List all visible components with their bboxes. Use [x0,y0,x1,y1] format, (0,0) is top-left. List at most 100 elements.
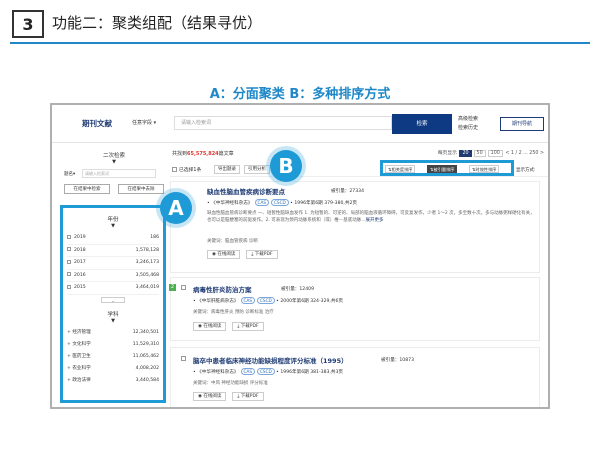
keywords: 关键词：中风 神经功能缺损 评分标准 [193,381,268,386]
checkbox-icon[interactable] [67,284,71,289]
caret-down-icon: ▼ [111,223,115,229]
read-online-button[interactable]: ◉ 在线阅读 [193,392,227,401]
search-input[interactable]: 请输入检索词 [174,116,392,130]
logo: 期刊文献 [82,119,112,128]
index-tag: CSCD [256,368,275,375]
read-online-button[interactable]: ◉ 在线阅读 [207,250,241,259]
card-actions: ◉ 在线阅读 ⤓ 下载PDF [193,392,264,401]
journal-nav-button[interactable]: 期刊导航 [500,117,544,131]
year-facet-list: 2019 186 2018 1,578,128 2017 3,246,173 2016… [67,232,159,295]
citation-analysis-button[interactable]: 引用分析 [244,165,270,174]
index-tag: CSCD [256,297,275,304]
secondary-search-buttons: 在结果中检索 在结果中去除 [64,184,164,194]
index-tag: CAS [240,297,255,304]
slide-subtitle: A：分面聚类 B：多种排序方式 [209,87,391,102]
results-panel: 共找到65,575,824篇文章 每页显示 20 50 100 < 1 / 2 ..… [169,143,548,407]
caret-down-icon: ▼ [112,159,116,165]
index-tag: CAS [240,368,255,375]
exclude-from-results-button[interactable]: 在结果中去除 [118,184,164,194]
per-page-100[interactable]: 100 [487,150,503,157]
result-title-link[interactable]: 缺血性脑血管疾病诊断要点 [207,186,285,196]
sort-time-button[interactable]: ⇅时效性排序 [469,165,500,173]
journal-link[interactable]: 《中华神经科杂志》 [197,370,238,375]
facet-item[interactable]: + 医药卫生 11,065,462 [67,351,159,363]
top-bar: 期刊文献 任意字段 ▾ 请输入检索词 检索 高级检索 检索历史 期刊导航 [52,105,548,143]
callout-b-badge: B [270,150,302,182]
result-count: 共找到65,575,824篇文章 [172,151,234,157]
sort-relevance-button[interactable]: ⇅相关度排序 [385,165,416,173]
expand-abstract-link[interactable]: 展开更多 [366,218,384,223]
journal-info: • 《中华肝脏病杂志》 CAS CSCD • 2000年第6期 324-329,共6… [193,297,343,304]
result-card: 脑卒中患者临床神经功能缺损程度评分标准（1995） 被引量：10873 • 《中… [170,347,540,407]
export-button[interactable]: 导出题录 [214,165,240,174]
sort-options-box: ⇅相关度排序 ⇅被引量排序 ⇅时效性排序 [380,160,514,176]
checkbox-icon[interactable] [172,167,177,172]
advanced-links: 高级检索 检索历史 [458,115,478,133]
title-divider [10,42,590,44]
abstract: 缺血性脑血管病诊断要点 一、短暂性脑缺血发作 1. 为短暂的、可逆的、局部的脑血… [207,211,535,223]
facet-item[interactable]: 2017 3,246,173 [67,257,159,270]
secondary-search-row: 题名▾ 请输入检索词 [64,168,166,179]
download-pdf-button[interactable]: ⤓ 下载PDF [232,392,264,401]
result-card: 缺血性脑血管疾病诊断要点 被引量：27334 • 《中华神经科杂志》 CAS CSC… [170,181,540,273]
facet-item[interactable]: 2019 186 [67,232,159,245]
read-online-button[interactable]: ◉ 在线阅读 [193,322,227,331]
display-mode-label-text: 显示方式: [516,168,536,173]
journal-link[interactable]: 《中华肝脏病杂志》 [197,299,238,304]
journal-link[interactable]: 《中华神经科杂志》 [211,201,252,206]
facet-item[interactable]: + 经济管理 12,340,501 [67,327,159,339]
card-actions: ◉ 在线阅读 ⤓ 下载PDF [207,250,278,259]
secondary-search-heading: 二次检索 [102,153,125,159]
per-page-control: 每页显示 20 50 100 < 1 / 2 ... 250 > [437,150,544,157]
search-history-link[interactable]: 检索历史 [458,124,478,133]
facet-item[interactable]: 2018 1,578,128 [67,245,159,257]
rank-badge: 2 [169,284,176,291]
facet-panel: 年份 ▼ 2019 186 2018 1,578,128 2017 3,246,173… [60,205,166,403]
slide-number: 3 [12,10,44,38]
search-scope-select[interactable]: 任意字段 ▾ [132,116,172,130]
checkbox-icon[interactable] [181,285,186,290]
checkbox-icon[interactable] [67,234,71,239]
cited-count: 被引量：27334 [331,189,364,194]
year-facet-title: 年份 [107,217,119,223]
caret-down-icon: ▼ [111,317,115,324]
facet-item[interactable]: + 政治法律 3,440,584 [67,375,159,387]
field-select[interactable]: 题名▾ [64,171,82,177]
checkbox-icon[interactable] [181,356,186,361]
search-button[interactable]: 检索 [392,114,452,134]
checkbox-icon[interactable] [67,259,71,264]
index-tag: CSCD [270,199,289,206]
per-page-20[interactable]: 20 [459,150,472,157]
index-tag: CAS [254,199,269,206]
facet-item[interactable]: 2016 3,505,468 [67,270,159,282]
facet-item[interactable]: + 文化科学 11,529,310 [67,339,159,351]
expand-more-button[interactable]: ⌄ [101,296,125,303]
screenshot-frame: 期刊文献 任意字段 ▾ 请输入检索词 检索 高级检索 检索历史 期刊导航 二次检… [50,103,550,409]
keywords: 关键词：病毒性肝炎 预防 诊断标准 治疗 [193,310,274,315]
advanced-search-link[interactable]: 高级检索 [458,115,478,124]
checkbox-icon[interactable] [67,247,71,251]
journal-info: • 《中华神经科杂志》 CAS CSCD • 1996年第6期 381-383,共3… [193,368,343,375]
slide-title: 功能二：聚类组配（结果寻优） [52,14,263,32]
secondary-search-input[interactable]: 请输入检索词 [82,169,156,178]
card-actions: ◉ 在线阅读 ⤓ 下载PDF [193,322,264,331]
result-card: 2 病毒性肝炎防治方案 被引量：12409 • 《中华肝脏病杂志》 CAS CSCD… [169,277,540,341]
checkbox-icon[interactable] [67,272,71,276]
download-pdf-button[interactable]: ⤓ 下载PDF [232,322,264,331]
journal-info: • 《中华神经科杂志》 CAS CSCD • 1996年第6期 379-380,共2… [207,199,357,206]
sort-cited-button[interactable]: ⇅被引量排序 [427,165,458,173]
facet-item[interactable]: 2015 3,464,019 [67,282,159,295]
facet-item[interactable]: + 农业科学 4,008,202 [67,363,159,375]
per-page-50[interactable]: 50 [473,150,486,157]
callout-a-badge: A [160,192,192,224]
select-all-checkbox[interactable]: 已选择1条 [172,166,201,173]
result-title-link[interactable]: 病毒性肝炎防治方案 [193,284,252,294]
result-title-link[interactable]: 脑卒中患者临床神经功能缺损程度评分标准（1995） [193,355,348,365]
cited-count: 被引量：10873 [381,358,414,363]
keywords: 关键词：脑血管疾病 诊断 [207,239,258,244]
discipline-facet-title: 学科 [107,311,119,318]
pagination[interactable]: < 1 / 2 ... 250 > [505,151,544,156]
discipline-facet-list: + 经济管理 12,340,501 + 文化科学 11,529,310 + 医药卫生… [67,327,159,387]
download-pdf-button[interactable]: ⤓ 下载PDF [246,250,278,259]
search-in-results-button[interactable]: 在结果中检索 [64,184,110,194]
